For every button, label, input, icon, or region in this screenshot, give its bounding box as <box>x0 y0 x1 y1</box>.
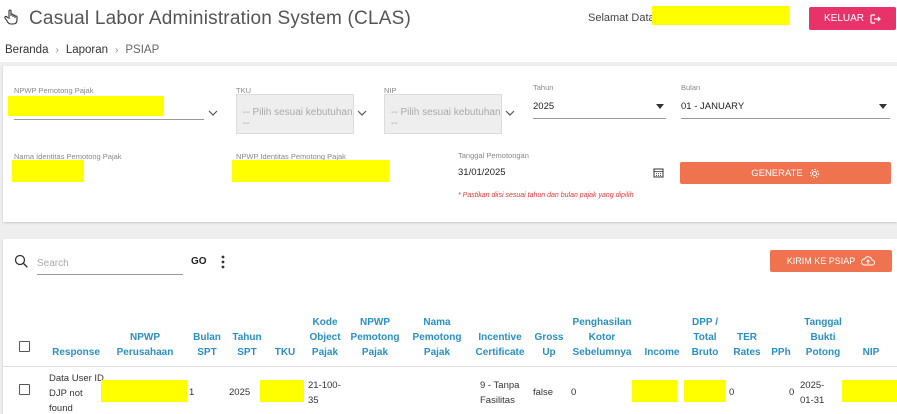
col-header-tanggal-bukti[interactable]: Tanggal Bukti Potong <box>800 300 846 360</box>
col-header-nama-pemotong[interactable]: Nama Pemotong Pajak <box>412 300 462 360</box>
cell-bulan-spt: 1 <box>189 387 195 398</box>
logout-label: KELUAR <box>823 13 864 24</box>
gear-icon <box>809 168 819 178</box>
tanggal-label: Tanggal Pemotongan <box>458 151 529 160</box>
tahun-select[interactable]: 2025 <box>533 101 554 112</box>
tahun-underline <box>533 118 666 119</box>
col-header-incentive[interactable]: Incentive Certificate <box>472 300 528 360</box>
col-header-ter[interactable]: TER Rates <box>730 300 764 360</box>
chevron-right-icon: › <box>55 44 59 56</box>
hand-pointer-icon[interactable] <box>4 9 20 25</box>
cell-ter: 0 <box>729 387 735 398</box>
cell-tku-redacted <box>260 380 304 402</box>
cell-nip-redacted <box>842 380 897 402</box>
cell-response: Data User ID DJP not found <box>49 373 104 414</box>
col-header-kode-object[interactable]: Kode Object Pajak <box>306 300 344 360</box>
search-icon <box>14 254 28 268</box>
col-header-income[interactable]: Income <box>642 300 682 360</box>
col-header-gross-up[interactable]: Gross Up <box>532 300 566 360</box>
cell-gross-up: false <box>533 387 554 398</box>
cell-dpp-redacted <box>684 380 726 402</box>
cell-npwp-perusahaan-redacted <box>101 380 187 402</box>
cell-tanggal-bukti: 2025-01-31 <box>800 380 825 406</box>
generate-button[interactable]: GENERATE <box>680 162 891 184</box>
cell-kode-object: 21-100-35 <box>308 380 341 406</box>
npwp-pemotong-underline <box>14 119 204 120</box>
select-all-checkbox[interactable] <box>19 341 30 352</box>
col-header-bulan-spt[interactable]: Bulan SPT <box>190 300 224 360</box>
filter-card <box>3 66 897 222</box>
date-hint: * Pastikan diisi sesuai tahun dan bulan … <box>458 192 634 199</box>
nip-select[interactable]: -- Pilih sesuai kebutuhan -- <box>384 94 502 134</box>
go-button[interactable]: GO <box>191 256 207 267</box>
bulan-label: Bulan <box>681 83 701 92</box>
breadcrumb-beranda[interactable]: Beranda <box>5 44 48 56</box>
breadcrumb-laporan[interactable]: Laporan <box>66 44 108 56</box>
user-name-redacted <box>652 6 789 25</box>
cell-penghasilan: 0 <box>571 387 577 398</box>
kirim-label: KIRIM KE PSIAP <box>786 256 856 266</box>
tku-select[interactable]: -- Pilih sesuai kebutuhan -- <box>236 94 354 134</box>
col-header-pph[interactable]: PPh <box>768 300 794 360</box>
cell-pph: 0 <box>789 387 795 398</box>
tahun-label: Tahun <box>533 83 554 92</box>
chevron-down-icon[interactable] <box>208 108 218 118</box>
app-title: Casual Labor Administration System (CLAS… <box>29 8 412 29</box>
col-header-tahun-spt[interactable]: Tahun SPT <box>230 300 264 360</box>
cell-income-redacted <box>632 380 677 402</box>
kirim-psiap-button[interactable]: KIRIM KE PSIAP <box>770 250 892 272</box>
col-header-response[interactable]: Response <box>50 300 102 360</box>
caret-down-icon[interactable] <box>879 104 887 109</box>
generate-label: GENERATE <box>751 167 803 179</box>
col-header-npwp-perusahaan[interactable]: NPWP Perusahaan <box>112 300 178 360</box>
logout-button[interactable]: KELUAR <box>809 7 896 30</box>
col-header-nip[interactable]: NIP <box>856 300 886 360</box>
col-header-tku[interactable]: TKU <box>270 300 300 360</box>
breadcrumb: Beranda › Laporan › PSIAP <box>5 44 159 56</box>
logout-icon <box>870 13 881 24</box>
chevron-right-icon: › <box>115 44 119 56</box>
bulan-underline <box>681 118 890 119</box>
more-vert-icon[interactable] <box>220 254 226 270</box>
col-header-dpp[interactable]: DPP / Total Bruto <box>688 300 722 360</box>
bulan-select[interactable]: 01 - JANUARY <box>681 101 744 112</box>
npwp-pemotong-value-redacted[interactable] <box>8 96 164 116</box>
cell-incentive: 9 - Tanpa Fasilitas <box>480 380 520 406</box>
chevron-down-icon[interactable] <box>357 108 367 118</box>
breadcrumb-psiap: PSIAP <box>125 44 160 56</box>
header-divider <box>3 366 897 367</box>
cloud-upload-icon <box>861 256 876 266</box>
col-header-penghasilan[interactable]: Penghasilan Kotor Sebelumnya <box>570 300 634 360</box>
top-bar: Casual Labor Administration System (CLAS… <box>0 0 897 38</box>
col-header-npwp-pemotong[interactable]: NPWP Pemotong Pajak <box>350 300 400 360</box>
row-checkbox[interactable] <box>19 384 30 395</box>
cell-tahun-spt: 2025 <box>229 387 251 398</box>
search-input[interactable] <box>37 253 183 275</box>
caret-down-icon[interactable] <box>656 104 664 109</box>
tanggal-input[interactable]: 31/01/2025 <box>458 167 506 178</box>
calendar-icon[interactable] <box>653 167 664 178</box>
nama-identitas-value-redacted[interactable] <box>12 160 84 182</box>
npwp-identitas-value-redacted[interactable] <box>232 160 389 182</box>
chevron-down-icon[interactable] <box>505 108 515 118</box>
npwp-pemotong-label: NPWP Pemotong Pajak <box>14 86 94 95</box>
